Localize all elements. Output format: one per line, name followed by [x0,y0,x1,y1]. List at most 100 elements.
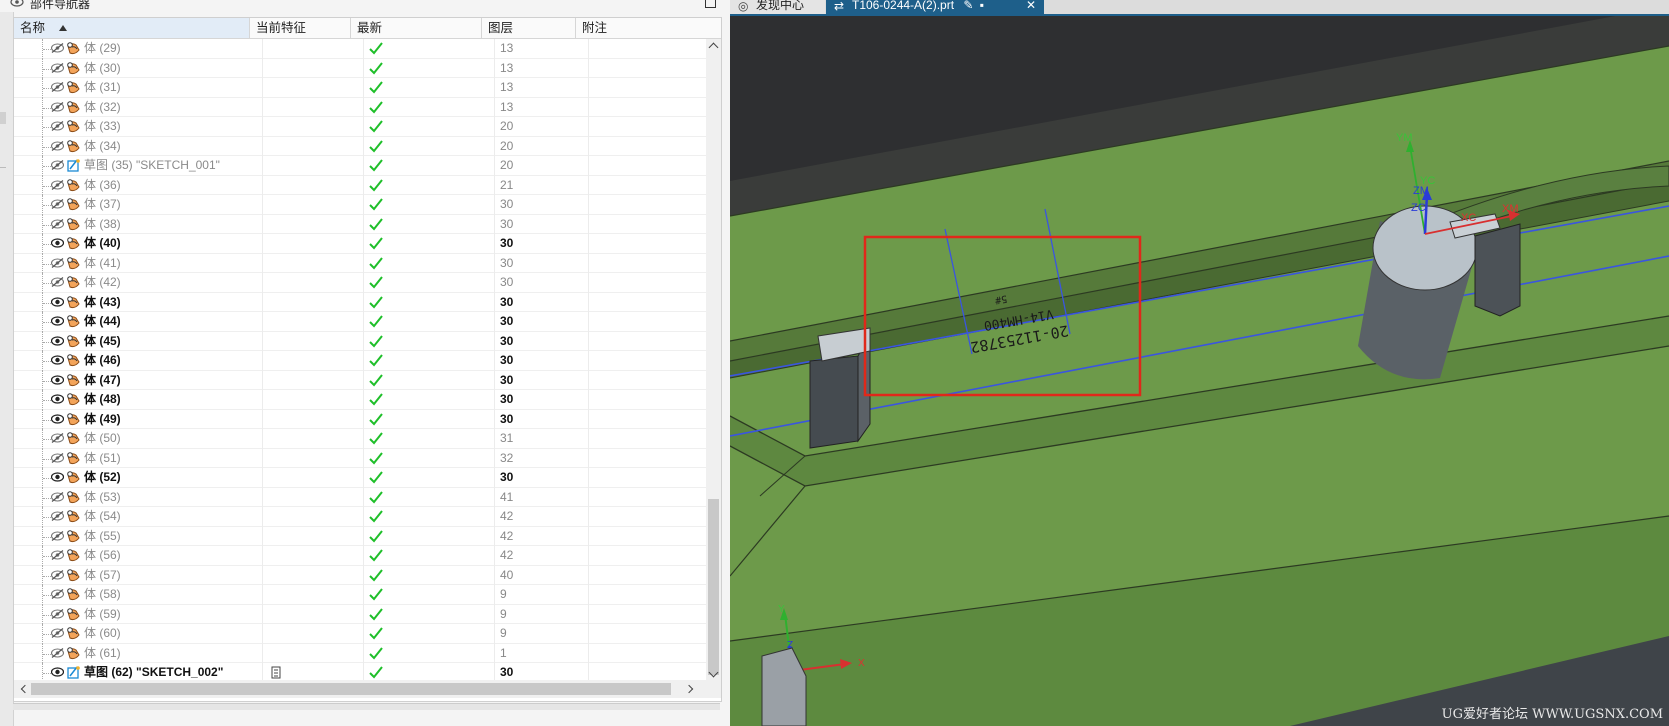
resource-bar-strip[interactable] [0,12,14,726]
vertical-scrollbar[interactable] [706,39,721,680]
name-cell[interactable]: 体 (53) [14,487,263,507]
table-row[interactable]: 体 (57) 40 [14,565,706,585]
hidden-eye-icon[interactable] [51,43,64,53]
table-row[interactable]: 体 (48) 30 [14,390,706,410]
hidden-eye-icon[interactable] [51,257,64,268]
hidden-eye-icon[interactable] [51,452,64,463]
column-header-note[interactable]: 附注 [576,18,721,38]
name-cell[interactable]: 体 (46) [14,351,263,371]
hidden-eye-icon[interactable] [51,491,64,502]
name-cell[interactable]: 体 (43) [14,292,263,312]
table-row[interactable]: 体 (36) 21 [14,175,706,195]
name-cell[interactable]: 体 (59) [14,604,263,624]
name-cell[interactable]: 体 (29) [14,39,263,59]
name-cell[interactable]: 体 (40) [14,234,263,254]
vertical-scroll-thumb[interactable] [708,499,719,675]
name-cell[interactable]: 体 (38) [14,214,263,234]
name-cell[interactable]: 体 (32) [14,97,263,117]
name-cell[interactable]: 体 (45) [14,331,263,351]
column-header-name[interactable]: 名称 [14,18,250,38]
table-row[interactable]: 体 (51) 32 [14,448,706,468]
hidden-eye-icon[interactable] [51,121,64,131]
name-cell[interactable]: 体 (31) [14,78,263,98]
table-row[interactable]: 体 (34) 20 [14,136,706,156]
name-cell[interactable]: 体 (47) [14,370,263,390]
table-row[interactable]: 体 (61) 1 [14,643,706,663]
visible-eye-icon[interactable] [51,316,64,326]
table-row[interactable]: 体 (54) 42 [14,507,706,527]
name-cell[interactable]: 体 (50) [14,429,263,449]
hidden-eye-icon[interactable] [51,550,64,560]
table-row[interactable]: 体 (32) 13 [14,97,706,117]
table-row[interactable]: 体 (46) 30 [14,351,706,371]
visible-eye-icon[interactable] [51,355,64,365]
hidden-eye-icon[interactable] [51,82,64,92]
hidden-eye-icon[interactable] [51,62,64,73]
table-row[interactable]: 体 (42) 30 [14,273,706,293]
name-cell[interactable]: 体 (55) [14,526,263,546]
name-cell[interactable]: 体 (57) [14,565,263,585]
table-row[interactable]: 体 (53) 41 [14,487,706,507]
name-cell[interactable]: 体 (54) [14,507,263,527]
table-row[interactable]: 体 (43) 30 [14,292,706,312]
horizontal-scroll-thumb[interactable] [31,683,671,695]
table-row[interactable]: 体 (50) 31 [14,429,706,449]
hidden-eye-icon[interactable] [51,433,64,443]
name-cell[interactable]: 体 (56) [14,546,263,566]
name-cell[interactable]: 体 (58) [14,585,263,605]
name-cell[interactable]: 体 (60) [14,624,263,644]
table-row[interactable]: 体 (52) 30 [14,468,706,488]
name-cell[interactable]: 草图 (35) "SKETCH_001" [14,156,263,176]
name-cell[interactable]: 体 (61) [14,643,263,663]
table-row[interactable]: 体 (37) 30 [14,195,706,215]
graphics-window[interactable]: ◎ 发现中心 ⇄ T106-0244-A(2).prt ✎ ▪ ✕ 20-112… [730,0,1669,726]
visible-eye-icon[interactable] [51,472,64,482]
hidden-eye-icon[interactable] [51,160,64,170]
table-row[interactable]: 体 (58) 9 [14,585,706,605]
hidden-eye-icon[interactable] [51,277,64,287]
scroll-up-icon[interactable] [708,42,719,53]
name-cell[interactable]: 体 (42) [14,273,263,293]
details-panel-bar[interactable] [13,703,720,710]
table-row[interactable]: 体 (55) 42 [14,526,706,546]
name-cell[interactable]: 体 (33) [14,117,263,137]
hidden-eye-icon[interactable] [51,101,64,112]
hidden-eye-icon[interactable] [51,179,64,190]
table-row[interactable]: 体 (45) 30 [14,331,706,351]
scroll-right-icon[interactable] [684,684,694,694]
table-row[interactable]: 体 (41) 30 [14,253,706,273]
name-cell[interactable]: 体 (49) [14,409,263,429]
maximize-button[interactable] [705,0,716,8]
scroll-left-icon[interactable] [20,684,30,694]
name-cell[interactable]: 体 (52) [14,468,263,488]
hidden-eye-icon[interactable] [51,569,64,580]
column-header-layer[interactable]: 图层 [482,18,576,38]
hidden-eye-icon[interactable] [51,608,64,619]
table-row[interactable]: 体 (38) 30 [14,214,706,234]
table-row[interactable]: 体 (59) 9 [14,604,706,624]
hidden-eye-icon[interactable] [51,647,64,658]
visible-eye-icon[interactable] [51,238,64,248]
table-row[interactable]: 体 (40) 30 [14,234,706,254]
table-row[interactable]: 体 (60) 9 [14,624,706,644]
table-row[interactable]: 草图 (35) "SKETCH_001" 20 [14,156,706,176]
close-tab-icon[interactable]: ✕ [1026,0,1036,11]
table-row[interactable]: 体 (56) 42 [14,546,706,566]
name-cell[interactable]: 体 (37) [14,195,263,215]
hidden-eye-icon[interactable] [51,140,64,151]
visible-eye-icon[interactable] [51,296,64,307]
visible-eye-icon[interactable] [51,667,64,677]
name-cell[interactable]: 体 (41) [14,253,263,273]
name-cell[interactable]: 体 (36) [14,175,263,195]
table-row[interactable]: 体 (31) 13 [14,78,706,98]
name-cell[interactable]: 体 (34) [14,136,263,156]
name-cell[interactable]: 体 (51) [14,448,263,468]
hidden-eye-icon[interactable] [51,218,64,229]
hidden-eye-icon[interactable] [51,628,64,638]
column-header-latest[interactable]: 最新 [351,18,482,38]
table-row[interactable]: 体 (33) 20 [14,117,706,137]
name-cell[interactable]: 体 (30) [14,58,263,78]
name-cell[interactable]: 体 (44) [14,312,263,332]
visible-eye-icon[interactable] [51,413,64,424]
visible-eye-icon[interactable] [51,374,64,385]
